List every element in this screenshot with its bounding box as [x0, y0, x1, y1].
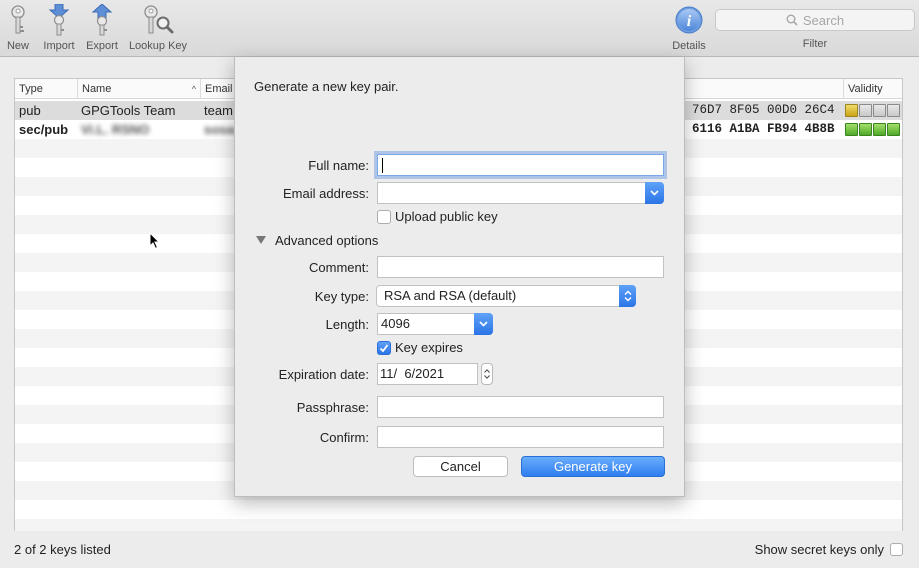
new-button[interactable]: New: [4, 4, 32, 54]
column-header-name-label: Name: [82, 83, 112, 95]
chevron-down-icon: [479, 321, 488, 327]
checkmark-icon: [379, 344, 389, 353]
validity-indicator: [845, 104, 900, 117]
info-icon: i: [675, 6, 703, 34]
confirm-label: Confirm:: [319, 430, 369, 445]
import-label: Import: [43, 40, 75, 52]
validity-segment: [845, 104, 858, 117]
new-label: New: [6, 40, 29, 52]
sort-ascending-icon: ^: [191, 84, 196, 94]
key-new-icon: [11, 5, 25, 34]
lookup-key-button[interactable]: Lookup Key: [128, 4, 188, 54]
show-secret-label: Show secret keys only: [754, 542, 884, 557]
up-down-arrows-icon: [619, 285, 636, 307]
validity-segment: [845, 123, 858, 136]
svg-text:i: i: [687, 13, 692, 30]
dialog-title: Generate a new key pair.: [254, 79, 399, 94]
key-export-icon: [91, 4, 113, 36]
empty-row: [15, 519, 902, 531]
key-type-label: Key type:: [314, 289, 369, 304]
filter-label: Filter: [802, 38, 828, 50]
stepper-down-icon[interactable]: [484, 375, 490, 379]
key-type-value: RSA and RSA (default): [384, 288, 517, 303]
full-name-label: Full name:: [308, 158, 369, 173]
generate-key-button[interactable]: Generate key: [521, 456, 665, 477]
details-label: Details: [672, 40, 706, 52]
import-button[interactable]: Import: [40, 4, 78, 54]
length-value: 4096: [381, 316, 410, 331]
disclosure-triangle-icon[interactable]: [256, 236, 266, 244]
validity-segment: [859, 123, 872, 136]
validity-segment: [887, 104, 900, 117]
key-import-icon: [48, 4, 70, 36]
export-label: Export: [86, 40, 118, 52]
column-header-name[interactable]: Name ^: [78, 79, 201, 99]
keys-count-status: 2 of 2 keys listed: [14, 542, 111, 557]
validity-segment: [887, 123, 900, 136]
cell-name: Vi.L. RSNO: [81, 122, 150, 137]
cancel-button[interactable]: Cancel: [413, 456, 508, 477]
upload-public-key-label: Upload public key: [395, 209, 498, 224]
details-button[interactable]: i Details: [670, 4, 708, 54]
comment-label: Comment:: [309, 260, 369, 275]
cell-fingerprint: 76D7 8F05 00D0 26C4: [692, 103, 835, 117]
cell-email: team: [204, 103, 233, 118]
advanced-options-label[interactable]: Advanced options: [275, 233, 378, 248]
generate-key-dialog: Generate a new key pair. Full name: Emai…: [234, 57, 685, 497]
full-name-input[interactable]: [377, 154, 664, 176]
length-label: Length:: [325, 317, 369, 332]
lookup-key-label: Lookup Key: [128, 40, 188, 52]
search-field[interactable]: Search: [715, 9, 915, 31]
length-dropdown-button[interactable]: [474, 313, 493, 335]
mouse-cursor-icon: [149, 232, 161, 250]
cell-type: pub: [19, 103, 41, 118]
key-expires-checkbox[interactable]: [377, 341, 391, 355]
key-lookup-icon: [144, 5, 174, 34]
validity-segment: [873, 104, 886, 117]
comment-input[interactable]: [377, 256, 664, 278]
validity-segment: [873, 123, 886, 136]
column-header-validity[interactable]: Validity: [843, 79, 903, 99]
passphrase-input[interactable]: [377, 396, 664, 418]
email-dropdown-button[interactable]: [645, 182, 664, 204]
expiration-date-label: Expiration date:: [278, 367, 369, 382]
key-expires-label: Key expires: [395, 340, 463, 355]
expiration-date-field[interactable]: 11/ 6/2021: [377, 363, 478, 385]
search-icon: [786, 14, 798, 26]
stepper-up-icon[interactable]: [484, 369, 490, 373]
confirm-passphrase-input[interactable]: [377, 426, 664, 448]
length-combo[interactable]: 4096: [377, 313, 493, 335]
search-placeholder: Search: [802, 12, 845, 28]
show-secret-checkbox[interactable]: [890, 543, 903, 556]
key-type-select[interactable]: RSA and RSA (default): [376, 285, 636, 307]
export-button[interactable]: Export: [84, 4, 120, 54]
column-header-type[interactable]: Type: [15, 79, 78, 99]
expiration-date-value: 11/ 6/2021: [380, 366, 445, 381]
email-combo[interactable]: [377, 182, 664, 204]
validity-segment: [859, 104, 872, 117]
cell-name: GPGTools Team: [81, 103, 176, 118]
toolbar: New Import Export Lookup Key i Details S…: [0, 0, 919, 57]
validity-indicator: [845, 123, 900, 136]
cell-fingerprint: 6116 A1BA FB94 4B8B: [692, 122, 835, 136]
show-secret-toggle[interactable]: Show secret keys only: [755, 542, 903, 557]
chevron-down-icon: [650, 190, 659, 196]
text-caret: [382, 158, 383, 173]
email-label: Email address:: [283, 186, 369, 201]
upload-public-key-checkbox[interactable]: [377, 210, 391, 224]
expiration-date-stepper[interactable]: [481, 363, 493, 385]
passphrase-label: Passphrase:: [296, 400, 369, 415]
cell-type: sec/pub: [19, 122, 69, 137]
